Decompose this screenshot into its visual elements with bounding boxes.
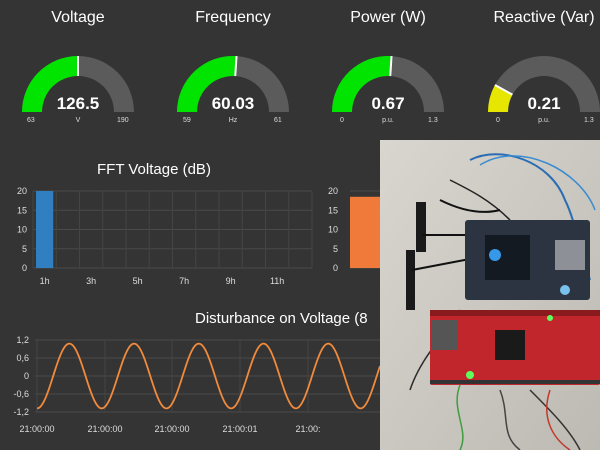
- y-tick-label: 0: [333, 263, 338, 273]
- y-tick-label: 10: [328, 225, 338, 235]
- x-tick-label: 7h: [179, 276, 189, 286]
- gauge-min: 59: [183, 117, 191, 124]
- gauge-max: 1.3: [428, 117, 438, 124]
- gauge-value: 0.67: [371, 94, 405, 113]
- y-tick-label: 0: [24, 371, 29, 381]
- x-tick-label: 11h: [270, 276, 284, 286]
- gauge-min: 63: [27, 117, 35, 124]
- fft-bar: [36, 191, 54, 268]
- x-tick-label: 21:00:00: [154, 424, 189, 434]
- x-tick-label: 21:00:00: [87, 424, 122, 434]
- x-tick-label: 9h: [226, 276, 236, 286]
- hardware-photo: [380, 140, 600, 450]
- gauge-min: 0: [496, 117, 500, 124]
- gauge-max: 190: [117, 117, 129, 124]
- y-tick-label: 20: [328, 186, 338, 196]
- fft-title: FFT Voltage (dB): [97, 161, 211, 178]
- gauge-unit: p.u.: [382, 117, 394, 124]
- y-tick-label: 5: [333, 244, 338, 254]
- x-tick-label: 21:00:00: [19, 424, 54, 434]
- y-tick-label: 15: [328, 205, 338, 215]
- gauge-unit: V: [75, 117, 81, 124]
- gauge-max: 1.3: [584, 117, 594, 124]
- x-tick-label: 5h: [133, 276, 143, 286]
- x-tick-label: 3h: [86, 276, 96, 286]
- y-tick-label: 5: [22, 244, 27, 254]
- y-tick-label: 0,6: [16, 353, 29, 363]
- gauge-value: 60.03: [211, 94, 255, 113]
- y-tick-label: -0,6: [13, 389, 29, 399]
- x-tick-label: 21:00:: [295, 424, 320, 434]
- fft-bar: [350, 196, 380, 268]
- gauge-max: 61: [274, 117, 282, 124]
- fft-chart: 20 15 10 5 0 1h 3h 5h 7h 9h 11h 20 15 10 5 0: [17, 186, 380, 286]
- gauge-needle: [389, 56, 393, 77]
- gauge-min: 0: [340, 117, 344, 124]
- x-tick-label: 1h: [40, 276, 50, 286]
- voltage-gauge: Voltage 126.5 63 V 190: [13, 0, 143, 140]
- y-tick-label: 15: [17, 205, 27, 215]
- gauge-unit: Hz: [228, 117, 238, 124]
- disturbance-title: Disturbance on Voltage (8: [195, 310, 368, 327]
- disturbance-chart: 1,2 0,6 0 -0,6 -1,2 21:00:00 21:00:00 21:00:00 2…: [13, 335, 380, 434]
- gauge-needle: [234, 56, 238, 77]
- x-tick-label: 21:00:01: [222, 424, 257, 434]
- y-tick-label: 10: [17, 225, 27, 235]
- y-tick-label: 1,2: [16, 335, 29, 345]
- gauge-value: 126.5: [56, 94, 100, 113]
- gauge-row: Voltage 126.5 63 V 190 Frequency 60.03 5…: [0, 0, 600, 140]
- reactive-gauge: Reactive (Var) 0.21 0 p.u. 1.3: [479, 0, 600, 140]
- hardware-photo-image: [380, 140, 600, 450]
- frequency-gauge: Frequency 60.03 59 Hz 61: [168, 0, 298, 140]
- y-tick-label: 20: [17, 186, 27, 196]
- y-tick-label: -1,2: [13, 407, 29, 417]
- y-tick-label: 0: [22, 263, 27, 273]
- gauge-unit: p.u.: [538, 117, 550, 124]
- gauge-value: 0.21: [527, 94, 561, 113]
- power-gauge: Power (W) 0.67 0 p.u. 1.3: [323, 0, 453, 140]
